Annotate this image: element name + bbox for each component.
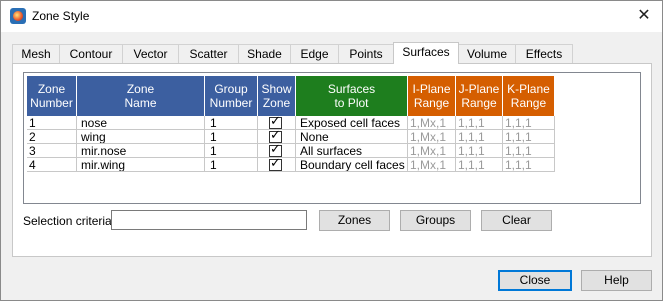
tab-volume[interactable]: Volume [458,44,516,63]
surfaces-panel: Zone Number Zone Name Group Number Show … [12,63,652,257]
tab-shade[interactable]: Shade [238,44,291,63]
cell-zone-name[interactable]: nose [77,116,205,130]
header-show-zone[interactable]: Show Zone [258,76,296,116]
tab-surfaces[interactable]: Surfaces [393,42,459,64]
window-title: Zone Style [32,9,90,23]
selection-criteria-input[interactable] [111,210,307,230]
cell-k-plane-range[interactable]: 1,1,1 [503,130,555,144]
header-i-plane-range[interactable]: I-Plane Range [408,76,456,116]
groups-button[interactable]: Groups [400,210,471,231]
cell-zone-name[interactable]: mir.nose [77,144,205,158]
help-button[interactable]: Help [581,270,652,291]
show-zone-checkbox[interactable] [269,130,282,143]
header-j-plane-range[interactable]: J-Plane Range [456,76,503,116]
close-icon[interactable]: ✕ [626,1,662,32]
tab-scatter[interactable]: Scatter [178,44,239,63]
tab-points[interactable]: Points [338,44,394,63]
tab-strip: Mesh Contour Vector Scatter Shade Edge P… [12,42,652,64]
tab-effects[interactable]: Effects [515,44,573,63]
cell-show-zone [258,130,296,144]
cell-surfaces-to-plot[interactable]: Boundary cell faces [296,158,408,172]
cell-i-plane-range[interactable]: 1,Mx,1 [408,144,456,158]
zones-button[interactable]: Zones [319,210,390,231]
cell-group-number[interactable]: 1 [205,130,258,144]
cell-j-plane-range[interactable]: 1,1,1 [456,116,503,130]
cell-j-plane-range[interactable]: 1,1,1 [456,144,503,158]
tab-contour[interactable]: Contour [59,44,123,63]
cell-show-zone [258,158,296,172]
cell-zone-number[interactable]: 2 [27,130,77,144]
cell-i-plane-range[interactable]: 1,Mx,1 [408,130,456,144]
cell-zone-name[interactable]: mir.wing [77,158,205,172]
cell-show-zone [258,116,296,130]
app-icon [10,8,26,24]
tab-edge[interactable]: Edge [290,44,339,63]
show-zone-checkbox[interactable] [269,158,282,171]
zone-grid: Zone Number Zone Name Group Number Show … [23,72,641,204]
cell-surfaces-to-plot[interactable]: All surfaces [296,144,408,158]
cell-k-plane-range[interactable]: 1,1,1 [503,158,555,172]
tab-mesh[interactable]: Mesh [12,44,60,63]
cell-zone-name[interactable]: wing [77,130,205,144]
cell-group-number[interactable]: 1 [205,144,258,158]
selection-criteria-label: Selection criteria: [23,214,116,228]
cell-group-number[interactable]: 1 [205,116,258,130]
show-zone-checkbox[interactable] [269,116,282,129]
cell-zone-number[interactable]: 3 [27,144,77,158]
cell-k-plane-range[interactable]: 1,1,1 [503,144,555,158]
cell-zone-number[interactable]: 1 [27,116,77,130]
header-k-plane-range[interactable]: K-Plane Range [503,76,555,116]
cell-j-plane-range[interactable]: 1,1,1 [456,158,503,172]
cell-k-plane-range[interactable]: 1,1,1 [503,116,555,130]
cell-i-plane-range[interactable]: 1,Mx,1 [408,158,456,172]
cell-zone-number[interactable]: 4 [27,158,77,172]
header-zone-number[interactable]: Zone Number [27,76,77,116]
cell-surfaces-to-plot[interactable]: None [296,130,408,144]
title-bar: Zone Style ✕ [1,1,662,32]
show-zone-checkbox[interactable] [269,144,282,157]
zone-style-dialog: Zone Style ✕ Mesh Contour Vector Scatter… [0,0,663,301]
cell-show-zone [258,144,296,158]
header-surfaces-to-plot[interactable]: Surfaces to Plot [296,76,408,116]
cell-surfaces-to-plot[interactable]: Exposed cell faces [296,116,408,130]
close-button[interactable]: Close [498,270,572,291]
cell-j-plane-range[interactable]: 1,1,1 [456,130,503,144]
tab-vector[interactable]: Vector [122,44,179,63]
header-zone-name[interactable]: Zone Name [77,76,205,116]
clear-button[interactable]: Clear [481,210,552,231]
cell-i-plane-range[interactable]: 1,Mx,1 [408,116,456,130]
cell-group-number[interactable]: 1 [205,158,258,172]
header-group-number[interactable]: Group Number [205,76,258,116]
